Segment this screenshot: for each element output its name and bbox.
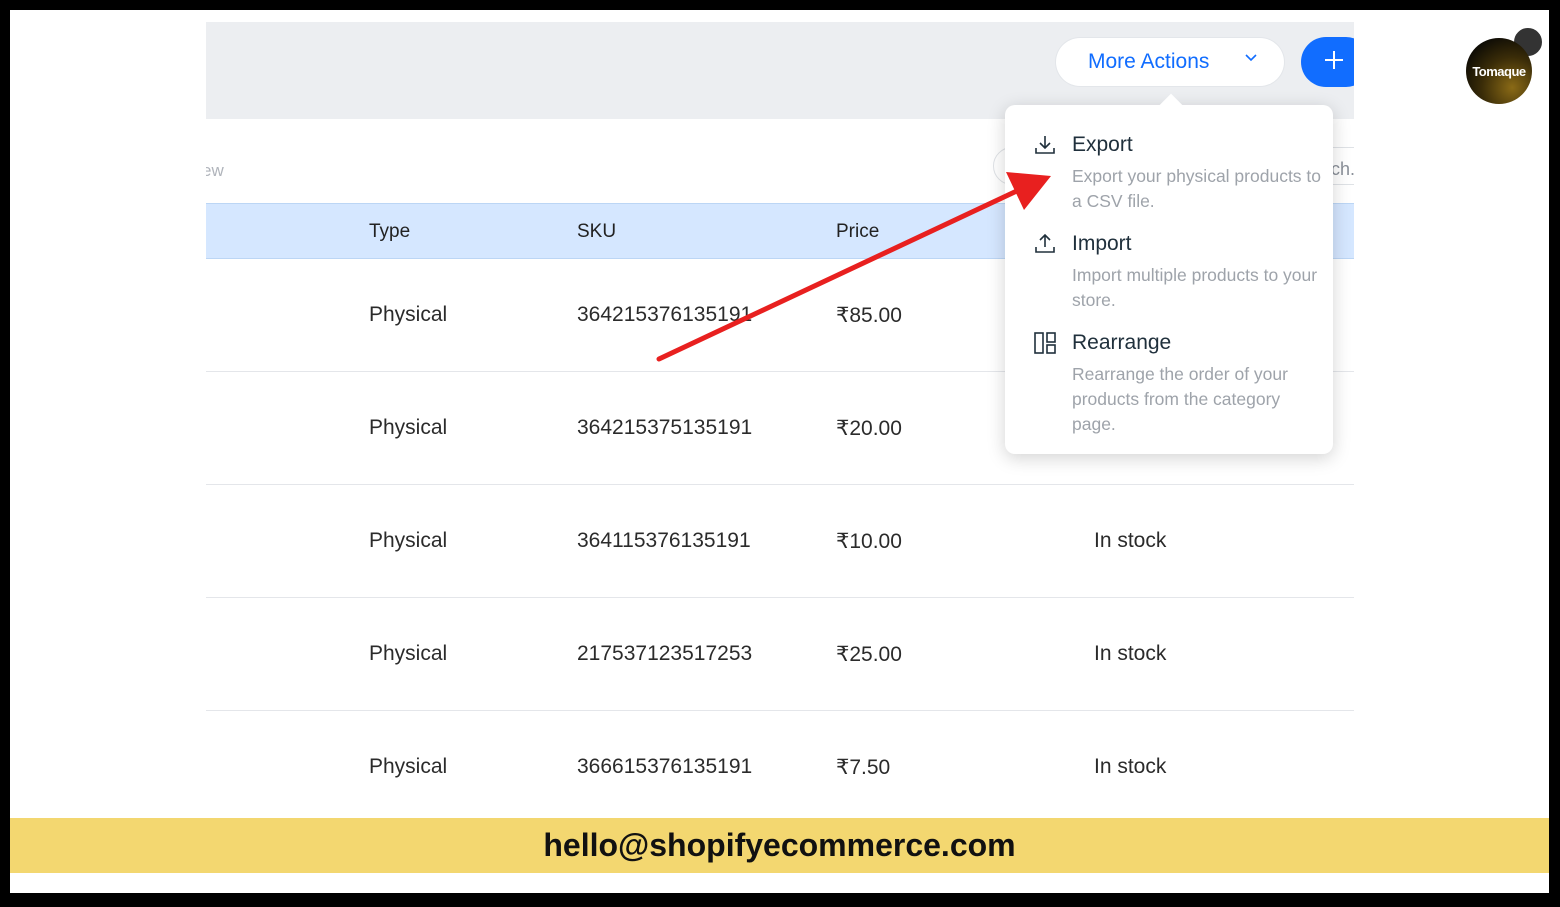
- column-header-type[interactable]: Type: [369, 221, 410, 243]
- brand-logo: Tomaque: [1466, 26, 1544, 104]
- cell-sku: 364115376135191: [577, 529, 751, 552]
- cell-price: ₹10.00: [836, 530, 902, 553]
- logo-badge: Tomaque: [1466, 38, 1532, 104]
- products-screen: More Actions ew ch. Type SKU Price Physi…: [206, 22, 1354, 818]
- add-product-button[interactable]: [1301, 37, 1354, 87]
- cell-price: ₹25.00: [836, 643, 902, 666]
- menu-item-title: Export: [1072, 133, 1133, 156]
- menu-item-title: Rearrange: [1072, 331, 1172, 354]
- view-selector[interactable]: ew: [206, 161, 224, 181]
- upload-icon: [1033, 232, 1057, 256]
- cell-sku: 217537123517253: [577, 642, 753, 665]
- download-icon: [1033, 133, 1057, 157]
- cell-sku: 364215376135191: [577, 303, 753, 326]
- rearrange-icon: [1033, 331, 1057, 355]
- menu-item-export[interactable]: Export Export your physical products to …: [1005, 133, 1333, 213]
- menu-item-description: Rearrange the order of your products fro…: [1072, 364, 1288, 434]
- cell-sku: 366615376135191: [577, 755, 753, 778]
- logo-text: Tomaque: [1472, 63, 1526, 79]
- column-header-price[interactable]: Price: [836, 221, 879, 243]
- table-row[interactable]: Physical 217537123517253 ₹25.00 In stock: [206, 598, 1354, 711]
- menu-item-title: Import: [1072, 232, 1132, 255]
- search-placeholder: ch.: [1331, 159, 1354, 179]
- cell-price: ₹20.00: [836, 417, 902, 440]
- menu-item-import[interactable]: Import Import multiple products to your …: [1005, 232, 1333, 312]
- cell-sku: 364215375135191: [577, 416, 753, 439]
- column-header-sku[interactable]: SKU: [577, 221, 616, 243]
- more-actions-menu: Export Export your physical products to …: [1005, 93, 1333, 454]
- menu-item-description: Import multiple products to your store.: [1072, 265, 1318, 310]
- chevron-down-icon: [1244, 50, 1258, 69]
- plus-icon: [1323, 46, 1345, 78]
- contact-email[interactable]: hello@shopifyecommerce.com: [543, 827, 1015, 864]
- cell-inventory: In stock: [1094, 755, 1167, 778]
- contact-banner: hello@shopifyecommerce.com: [10, 818, 1549, 873]
- cell-type: Physical: [369, 755, 448, 778]
- cell-type: Physical: [369, 303, 448, 326]
- screenshot-frame: More Actions ew ch. Type SKU Price Physi…: [10, 10, 1549, 893]
- table-row[interactable]: Physical 366615376135191 ₹7.50 In stock: [206, 711, 1354, 818]
- menu-item-description: Export your physical products to a CSV f…: [1072, 166, 1322, 211]
- cell-type: Physical: [369, 416, 448, 439]
- cell-price: ₹85.00: [836, 304, 902, 327]
- cell-inventory: In stock: [1094, 642, 1167, 665]
- table-row[interactable]: Physical 364115376135191 ₹10.00 In stock: [206, 485, 1354, 598]
- cell-price: ₹7.50: [836, 756, 891, 779]
- more-actions-label: More Actions: [1088, 50, 1210, 73]
- more-actions-button[interactable]: More Actions: [1056, 38, 1284, 86]
- cell-type: Physical: [369, 642, 448, 665]
- menu-item-rearrange[interactable]: Rearrange Rearrange the order of your pr…: [1005, 331, 1333, 436]
- cell-inventory: In stock: [1094, 529, 1167, 552]
- cell-type: Physical: [369, 529, 448, 552]
